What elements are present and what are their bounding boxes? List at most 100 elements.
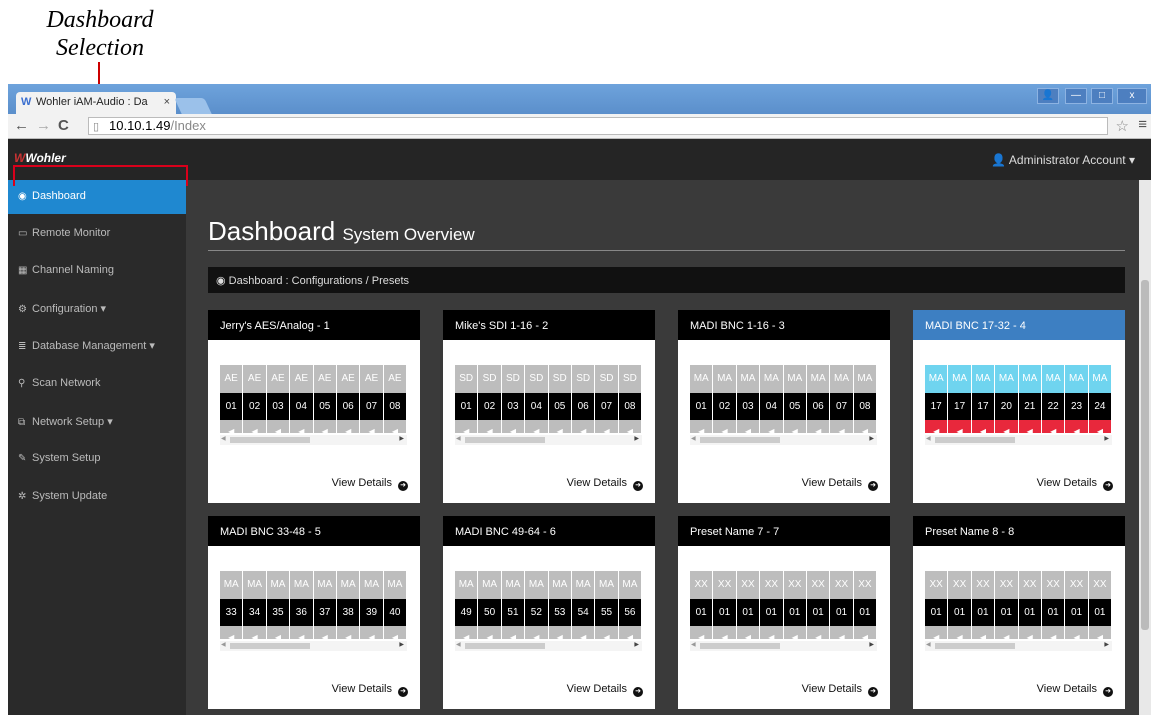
sidebar-item-configuration[interactable]: ⚙ Configuration ▾ — [8, 292, 186, 326]
speaker-icon[interactable]: ◀ — [830, 420, 854, 433]
channel-scrollbar-thumb[interactable] — [935, 437, 1015, 443]
maximize-button[interactable]: □ — [1091, 88, 1113, 104]
speaker-icon[interactable]: ◀ — [736, 626, 761, 639]
speaker-icon[interactable]: ◀ — [1018, 626, 1042, 639]
scroll-right-icon[interactable]: ▶ — [399, 435, 404, 442]
speaker-icon[interactable]: ◀ — [266, 420, 291, 433]
speaker-icon[interactable]: ◀ — [1065, 420, 1089, 433]
speaker-icon[interactable]: ◀ — [948, 420, 972, 433]
channel-scrollbar[interactable]: ◀ ▶ — [220, 641, 407, 651]
speaker-icon[interactable]: ◀ — [783, 626, 807, 639]
speaker-icon[interactable]: ◀ — [1018, 420, 1042, 433]
speaker-icon[interactable]: ◀ — [336, 420, 361, 433]
account-menu[interactable]: 👤 Administrator Account ▾ — [991, 153, 1135, 167]
speaker-icon[interactable]: ◀ — [290, 626, 314, 639]
preset-card[interactable]: MADI BNC 1-16 - 3 MA MA MA MA MA MA MA MA 01 02 03 0… — [678, 310, 890, 503]
speaker-icon[interactable]: ◀ — [220, 626, 244, 639]
speaker-icon[interactable]: ◀ — [383, 420, 407, 433]
preset-card[interactable]: MADI BNC 17-32 - 4 MA MA MA MA MA MA MA MA 17 17 17… — [913, 310, 1125, 503]
speaker-icon[interactable]: ◀ — [525, 626, 549, 639]
close-window-button[interactable]: x — [1117, 88, 1147, 104]
speaker-icon[interactable]: ◀ — [266, 626, 291, 639]
forward-arrow-icon[interactable]: → — [36, 117, 51, 134]
new-tab-button[interactable] — [174, 98, 212, 114]
speaker-icon[interactable]: ◀ — [290, 420, 314, 433]
channel-scrollbar[interactable]: ◀ ▶ — [690, 435, 877, 445]
speaker-icon[interactable]: ◀ — [595, 420, 619, 433]
speaker-icon[interactable]: ◀ — [806, 626, 831, 639]
tab-close-icon[interactable]: × — [164, 96, 170, 108]
channel-scrollbar[interactable]: ◀ ▶ — [220, 435, 407, 445]
view-details-link[interactable]: View Details ➜ — [332, 477, 408, 491]
channel-scrollbar-thumb[interactable] — [700, 437, 780, 443]
browser-tab[interactable]: W Wohler iAM-Audio : Da × — [16, 92, 176, 114]
speaker-icon[interactable]: ◀ — [548, 420, 572, 433]
scroll-right-icon[interactable]: ▶ — [869, 435, 874, 442]
scroll-right-icon[interactable]: ▶ — [399, 641, 404, 648]
speaker-icon[interactable]: ◀ — [760, 420, 784, 433]
sidebar-item-system-update[interactable]: ✲ System Update — [8, 480, 186, 514]
view-details-link[interactable]: View Details ➜ — [802, 477, 878, 491]
speaker-icon[interactable]: ◀ — [478, 420, 502, 433]
speaker-icon[interactable]: ◀ — [360, 626, 384, 639]
speaker-icon[interactable]: ◀ — [455, 626, 479, 639]
view-details-link[interactable]: View Details ➜ — [332, 683, 408, 697]
sidebar-item-system-setup[interactable]: ✎ System Setup — [8, 442, 186, 476]
speaker-icon[interactable]: ◀ — [243, 626, 267, 639]
view-details-link[interactable]: View Details ➜ — [1037, 477, 1113, 491]
user-icon[interactable]: 👤 — [1037, 88, 1059, 104]
speaker-icon[interactable]: ◀ — [548, 626, 572, 639]
channel-scrollbar-thumb[interactable] — [465, 643, 545, 649]
scroll-left-icon[interactable]: ◀ — [456, 435, 461, 442]
view-details-link[interactable]: View Details ➜ — [1037, 683, 1113, 697]
minimize-button[interactable]: — — [1065, 88, 1087, 104]
speaker-icon[interactable]: ◀ — [925, 420, 949, 433]
speaker-icon[interactable]: ◀ — [925, 626, 949, 639]
speaker-icon[interactable]: ◀ — [995, 626, 1019, 639]
scroll-left-icon[interactable]: ◀ — [926, 641, 931, 648]
speaker-icon[interactable]: ◀ — [478, 626, 502, 639]
speaker-icon[interactable]: ◀ — [455, 420, 479, 433]
scroll-left-icon[interactable]: ◀ — [926, 435, 931, 442]
speaker-icon[interactable]: ◀ — [360, 420, 384, 433]
speaker-icon[interactable]: ◀ — [571, 420, 596, 433]
speaker-icon[interactable]: ◀ — [501, 420, 526, 433]
speaker-icon[interactable]: ◀ — [713, 420, 737, 433]
speaker-icon[interactable]: ◀ — [501, 626, 526, 639]
view-details-link[interactable]: View Details ➜ — [567, 477, 643, 491]
preset-card[interactable]: Preset Name 7 - 7 XX XX XX XX XX XX XX XX 01 01 01 0… — [678, 516, 890, 709]
scroll-left-icon[interactable]: ◀ — [456, 641, 461, 648]
speaker-icon[interactable]: ◀ — [853, 420, 877, 433]
speaker-icon[interactable]: ◀ — [1088, 420, 1112, 433]
scroll-right-icon[interactable]: ▶ — [634, 435, 639, 442]
view-details-link[interactable]: View Details ➜ — [567, 683, 643, 697]
preset-card[interactable]: MADI BNC 49-64 - 6 MA MA MA MA MA MA MA MA 49 50 51… — [443, 516, 655, 709]
channel-scrollbar[interactable]: ◀ ▶ — [455, 435, 642, 445]
scroll-left-icon[interactable]: ◀ — [221, 641, 226, 648]
preset-card[interactable]: Jerry's AES/Analog - 1AEAEAEAEAEAEAEAEAE… — [208, 310, 420, 503]
speaker-icon[interactable]: ◀ — [1041, 626, 1066, 639]
scroll-right-icon[interactable]: ▶ — [869, 641, 874, 648]
speaker-icon[interactable]: ◀ — [736, 420, 761, 433]
speaker-icon[interactable]: ◀ — [830, 626, 854, 639]
sidebar-item-channel-naming[interactable]: ▦ Channel Naming — [8, 254, 186, 288]
scroll-right-icon[interactable]: ▶ — [634, 641, 639, 648]
channel-scrollbar[interactable]: ◀ ▶ — [455, 641, 642, 651]
scroll-right-icon[interactable]: ▶ — [1104, 641, 1109, 648]
preset-card[interactable]: Mike's SDI 1-16 - 2 SD SD SD SD SD SD SD SD 01 02 0… — [443, 310, 655, 503]
back-arrow-icon[interactable]: ← — [14, 117, 29, 134]
speaker-icon[interactable]: ◀ — [690, 420, 714, 433]
speaker-icon[interactable]: ◀ — [595, 626, 619, 639]
speaker-icon[interactable]: ◀ — [971, 626, 996, 639]
channel-scrollbar-thumb[interactable] — [465, 437, 545, 443]
speaker-icon[interactable]: ◀ — [618, 420, 642, 433]
speaker-icon[interactable]: ◀ — [336, 626, 361, 639]
channel-scrollbar-thumb[interactable] — [935, 643, 1015, 649]
speaker-icon[interactable]: ◀ — [243, 420, 267, 433]
speaker-icon[interactable]: ◀ — [1065, 626, 1089, 639]
speaker-icon[interactable]: ◀ — [571, 626, 596, 639]
scroll-left-icon[interactable]: ◀ — [691, 641, 696, 648]
sidebar-item-scan-network[interactable]: ⚲ Scan Network — [8, 367, 186, 401]
sidebar-item-remote-monitor[interactable]: ▭ Remote Monitor — [8, 217, 186, 251]
speaker-icon[interactable]: ◀ — [525, 420, 549, 433]
